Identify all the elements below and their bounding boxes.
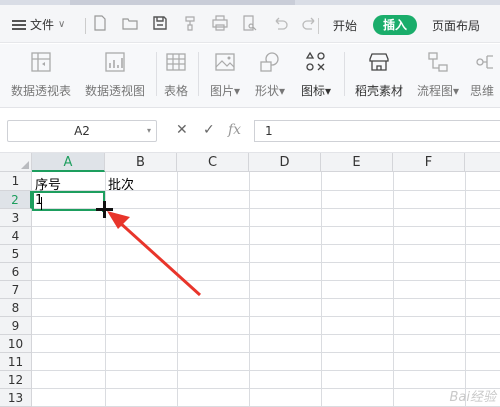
divider xyxy=(156,52,157,96)
open-folder-icon[interactable] xyxy=(122,15,138,31)
pivot-chart-icon xyxy=(105,52,125,72)
cancel-icon[interactable]: ✕ xyxy=(176,122,188,138)
name-box[interactable]: A2 ▾ xyxy=(7,120,157,142)
chevron-down-icon: ▾ xyxy=(146,126,151,135)
shape-icon xyxy=(260,52,279,72)
icon-library-icon xyxy=(305,51,325,71)
ribbon-toolbar: 数据透视表 数据透视图 表格 图片▾ 形状▾ 图标▾ 稻壳素材 流程图▾ 思维 xyxy=(0,44,500,108)
ribbon-label: 稻壳素材 xyxy=(354,84,403,98)
confirm-icon[interactable]: ✓ xyxy=(203,122,215,138)
menu-bar: 文件 ∨ 开始 插入 页面布局 xyxy=(0,5,500,43)
ribbon-label: 图标▾ xyxy=(300,84,332,98)
redo-icon[interactable] xyxy=(302,15,318,31)
annotation-arrow-icon xyxy=(107,211,202,297)
spreadsheet-grid: A B C D E F 1 2 3 4 5 6 7 8 9 10 11 12 1… xyxy=(0,153,500,407)
ribbon-mindmap[interactable]: 思维 xyxy=(470,48,500,99)
chevron-down-icon: ∨ xyxy=(58,19,66,30)
save-icon[interactable] xyxy=(152,15,168,31)
ribbon-label: 形状▾ xyxy=(254,84,286,98)
tab-home[interactable]: 开始 xyxy=(333,17,357,34)
ribbon-flowchart[interactable]: 流程图▾ xyxy=(414,48,462,99)
ribbon-label: 图片▾ xyxy=(209,84,241,98)
watermark: Bai经验 xyxy=(449,390,497,405)
ribbon-shape[interactable]: 形状▾ xyxy=(251,48,289,99)
ribbon-pivot-table[interactable]: 数据透视表 xyxy=(8,48,74,99)
hamburger-icon xyxy=(12,19,26,30)
ribbon-image[interactable]: 图片▾ xyxy=(206,48,244,99)
divider xyxy=(318,18,319,34)
file-menu-label: 文件 xyxy=(30,18,55,32)
name-box-value: A2 xyxy=(74,124,90,138)
flowchart-icon xyxy=(428,52,448,72)
print-preview-icon[interactable] xyxy=(242,15,258,31)
undo-icon[interactable] xyxy=(272,15,288,31)
ribbon-label: 流程图▾ xyxy=(416,84,460,98)
insert-function-icon[interactable]: fx xyxy=(228,122,241,138)
ribbon-label: 数据透视表 xyxy=(10,84,71,98)
file-menu[interactable]: 文件 ∨ xyxy=(12,16,65,33)
tab-insert[interactable]: 插入 xyxy=(373,15,417,35)
print-icon[interactable] xyxy=(212,15,228,31)
format-painter-icon[interactable] xyxy=(182,15,198,31)
tab-page-layout[interactable]: 页面布局 xyxy=(432,17,480,34)
ribbon-docer-assets[interactable]: 稻壳素材 xyxy=(352,48,406,99)
mindmap-icon xyxy=(476,55,493,69)
store-icon xyxy=(369,53,389,71)
ribbon-label: 思维 xyxy=(470,84,495,98)
new-document-icon[interactable] xyxy=(92,15,108,31)
formula-input[interactable]: 1 xyxy=(254,120,500,142)
quick-access-toolbar xyxy=(92,15,342,31)
pivot-table-icon xyxy=(31,52,51,72)
image-icon xyxy=(215,53,235,71)
ribbon-icons[interactable]: 图标▾ xyxy=(296,48,336,99)
divider xyxy=(198,52,199,96)
ribbon-label: 数据透视图 xyxy=(84,84,145,98)
divider xyxy=(344,52,345,96)
ribbon-label: 表格 xyxy=(163,84,188,98)
formula-bar: A2 ▾ ✕ ✓ fx 1 xyxy=(0,109,500,153)
table-icon xyxy=(166,53,186,71)
ribbon-pivot-chart[interactable]: 数据透视图 xyxy=(82,48,148,99)
ribbon-table[interactable]: 表格 xyxy=(160,48,192,99)
divider xyxy=(85,18,86,34)
